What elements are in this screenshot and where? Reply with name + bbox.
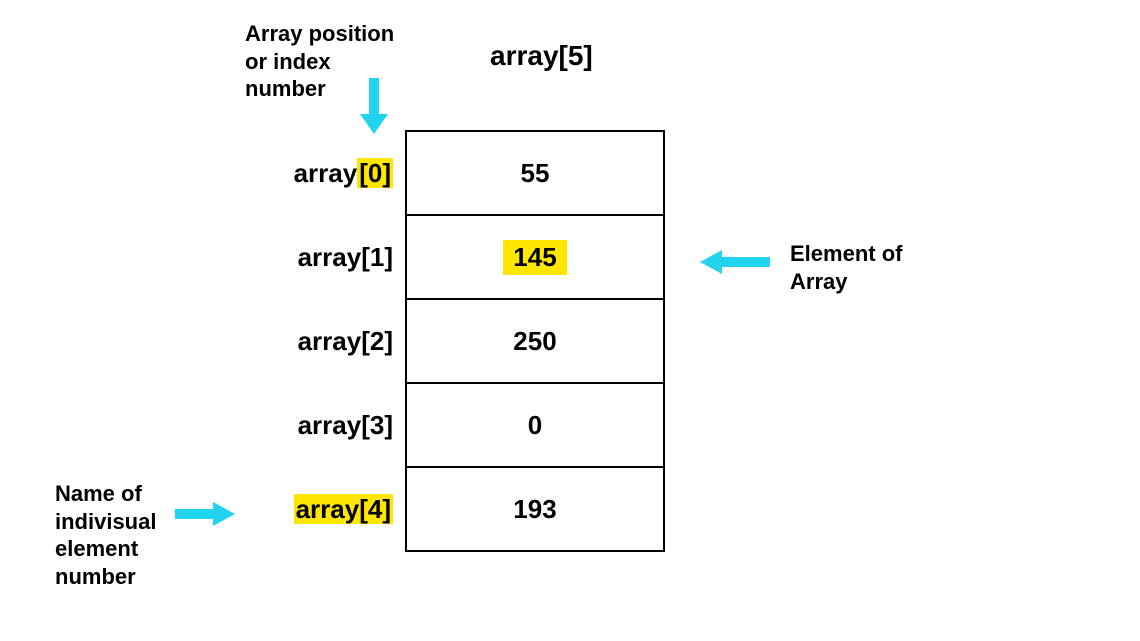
array-label-1: array[1] bbox=[243, 242, 393, 273]
array-label-3: array[3] bbox=[243, 410, 393, 441]
arrow-right-icon bbox=[175, 500, 235, 528]
annotation-name: Name of indivisual element number bbox=[55, 481, 156, 589]
annotation-element: Element of Array bbox=[790, 241, 902, 294]
array-cell-4: 193 bbox=[407, 468, 663, 552]
array-declaration-title: array[5] bbox=[490, 40, 593, 71]
array-label-0: array[0] bbox=[243, 158, 393, 189]
array-cell-1: 145 bbox=[407, 216, 663, 300]
array-cell-0: 55 bbox=[407, 132, 663, 216]
array-label-4: array[4] bbox=[243, 494, 393, 525]
array-cell-3: 0 bbox=[405, 384, 665, 468]
arrow-down-icon bbox=[356, 78, 392, 134]
array-label-2: array[2] bbox=[243, 326, 393, 357]
array-cell-2: 250 bbox=[407, 300, 663, 384]
array-table: 55 145 250 0 193 bbox=[405, 130, 665, 552]
arrow-left-icon bbox=[700, 248, 770, 276]
